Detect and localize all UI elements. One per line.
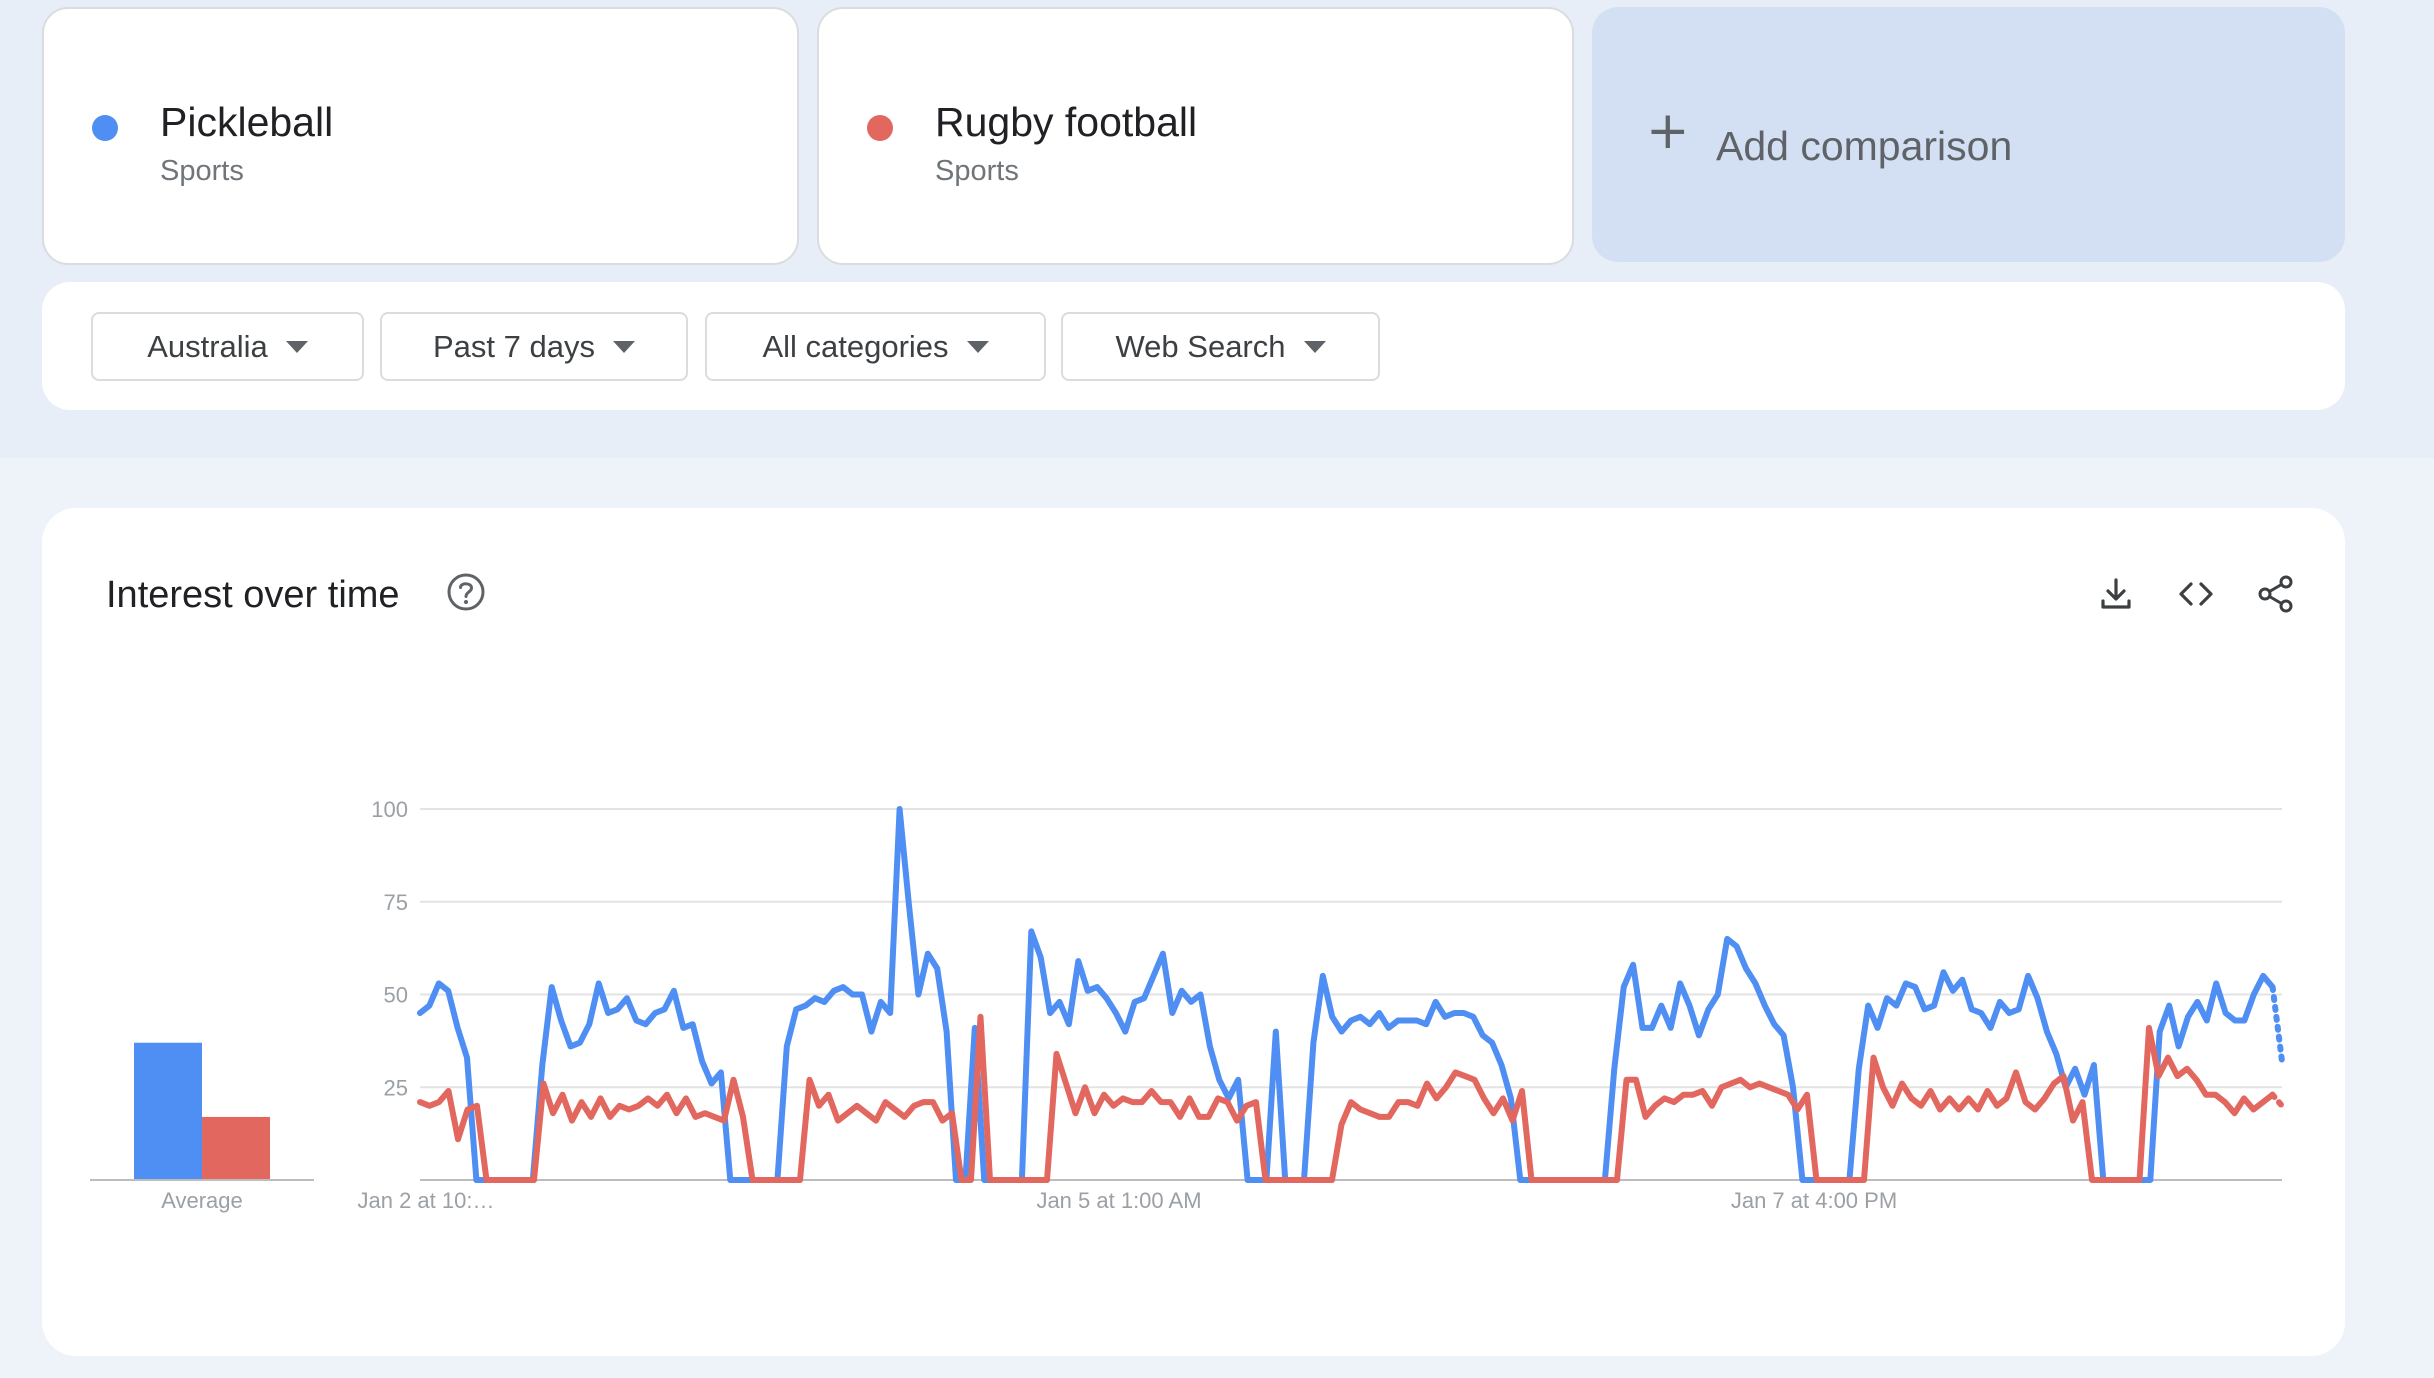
filter-category-dropdown[interactable]: All categories	[705, 312, 1046, 381]
y-tick-label: 25	[384, 1075, 408, 1100]
x-tick-label: Jan 5 at 1:00 AM	[1036, 1188, 1201, 1213]
x-tick-label: Jan 7 at 4:00 PM	[1731, 1188, 1897, 1213]
interest-over-time-panel: Interest over time 25 50 75 100 Average Jan 2…	[42, 508, 2345, 1356]
dropdown-caret-icon	[285, 340, 308, 353]
term-name: Pickleball	[160, 99, 334, 145]
y-tick-label: 100	[371, 797, 408, 822]
filter-bar: Australia Past 7 days All categories Web…	[42, 282, 2345, 410]
term-card-pickleball[interactable]: Pickleball Sports	[42, 7, 799, 265]
filter-label: Past 7 days	[433, 328, 595, 364]
dropdown-caret-icon	[1303, 340, 1326, 353]
add-comparison-label: Add comparison	[1716, 123, 2013, 169]
plus-icon: +	[1646, 101, 1690, 161]
dropdown-caret-icon	[612, 340, 635, 353]
series-partial-segment	[2269, 984, 2285, 1065]
term-category: Sports	[160, 155, 244, 187]
y-tick-label: 75	[384, 890, 408, 915]
filter-time-range-dropdown[interactable]: Past 7 days	[380, 312, 688, 381]
filter-label: Australia	[147, 328, 268, 364]
term-card-rugby-football[interactable]: Rugby football Sports	[817, 7, 1574, 265]
filter-label: All categories	[762, 328, 949, 364]
interest-over-time-chart: 25 50 75 100 Average Jan 2 at 10:… Jan 5 at 1:…	[90, 797, 2285, 1213]
term-name: Rugby football	[935, 99, 1198, 145]
series-partial-segment	[2269, 1091, 2285, 1109]
y-tick-label: 50	[384, 983, 408, 1008]
average-label: Average	[161, 1188, 243, 1213]
filter-region-dropdown[interactable]: Australia	[91, 312, 364, 381]
filter-label: Web Search	[1115, 328, 1286, 364]
series-color-dot	[92, 115, 118, 141]
term-category: Sports	[935, 155, 1019, 187]
average-bar	[202, 1116, 270, 1180]
add-comparison-button[interactable]: + Add comparison	[1592, 7, 2345, 262]
filter-search-type-dropdown[interactable]: Web Search	[1061, 312, 1380, 381]
dropdown-caret-icon	[966, 340, 989, 353]
series-color-dot	[867, 115, 893, 141]
average-bar	[134, 1042, 202, 1180]
x-tick-label: Jan 2 at 10:…	[358, 1188, 495, 1213]
